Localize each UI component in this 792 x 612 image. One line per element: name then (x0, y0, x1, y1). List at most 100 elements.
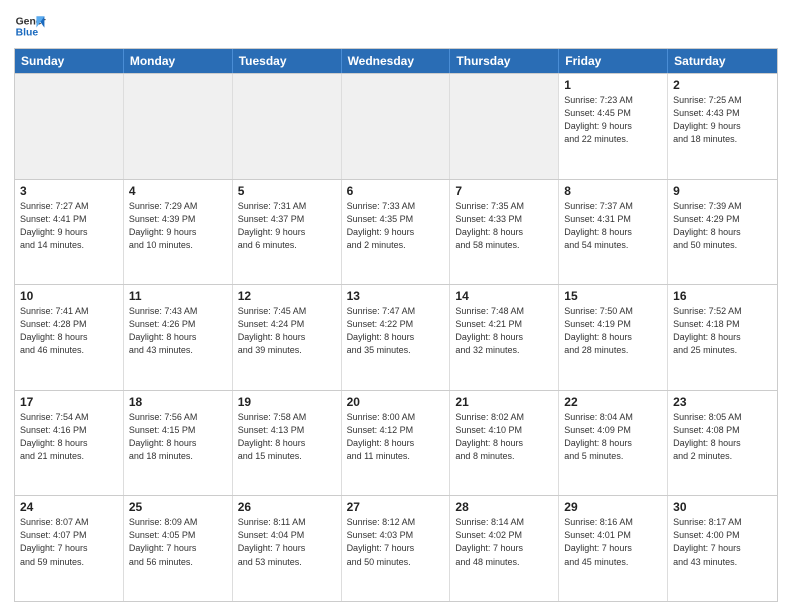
day-number: 30 (673, 500, 772, 514)
day-cell: 23Sunrise: 8:05 AM Sunset: 4:08 PM Dayli… (668, 391, 777, 496)
day-cell: 24 Sunrise: 8:07 AM Sunset: 4:07 PM Dayli… (15, 496, 124, 601)
week-row-1: 1 Sunrise: 7:23 AM Sunset: 4:45 PM Daylig… (15, 73, 777, 179)
weekday-header-monday: Monday (124, 49, 233, 73)
day-number: 9 (673, 184, 772, 198)
weekday-header-saturday: Saturday (668, 49, 777, 73)
day-cell: 21 Sunrise: 8:02 AM Sunset: 4:10 PM Dayli… (450, 391, 559, 496)
day-info: Sunrise: 7:39 AM Sunset: 4:29 PM Dayligh… (673, 200, 772, 252)
day-info: Sunrise: 8:14 AM Sunset: 4:02 PM Dayligh… (455, 516, 553, 568)
day-number: 10 (20, 289, 118, 303)
day-number: 19 (238, 395, 336, 409)
day-cell: 26 Sunrise: 8:11 AM Sunset: 4:04 PM Dayli… (233, 496, 342, 601)
day-info: Sunrise: 7:29 AM Sunset: 4:39 PM Dayligh… (129, 200, 227, 252)
day-cell: 12Sunrise: 7:45 AM Sunset: 4:24 PM Dayli… (233, 285, 342, 390)
week-row-2: 3 Sunrise: 7:27 AM Sunset: 4:41 PM Daylig… (15, 179, 777, 285)
weekday-header-wednesday: Wednesday (342, 49, 451, 73)
day-info: Sunrise: 7:37 AM Sunset: 4:31 PM Dayligh… (564, 200, 662, 252)
day-info: Sunrise: 7:23 AM Sunset: 4:45 PM Dayligh… (564, 94, 662, 146)
weekday-header-thursday: Thursday (450, 49, 559, 73)
day-info: Sunrise: 8:12 AM Sunset: 4:03 PM Dayligh… (347, 516, 445, 568)
weekday-header-friday: Friday (559, 49, 668, 73)
day-info: Sunrise: 7:50 AM Sunset: 4:19 PM Dayligh… (564, 305, 662, 357)
day-number: 13 (347, 289, 445, 303)
week-row-5: 24 Sunrise: 8:07 AM Sunset: 4:07 PM Dayli… (15, 495, 777, 601)
weekday-header-sunday: Sunday (15, 49, 124, 73)
day-number: 4 (129, 184, 227, 198)
day-cell: 2 Sunrise: 7:25 AM Sunset: 4:43 PM Daylig… (668, 74, 777, 179)
day-cell: 18 Sunrise: 7:56 AM Sunset: 4:15 PM Dayli… (124, 391, 233, 496)
day-cell: 1 Sunrise: 7:23 AM Sunset: 4:45 PM Daylig… (559, 74, 668, 179)
day-cell: 10 Sunrise: 7:41 AM Sunset: 4:28 PM Dayli… (15, 285, 124, 390)
calendar: SundayMondayTuesdayWednesdayThursdayFrid… (14, 48, 778, 602)
day-cell: 7 Sunrise: 7:35 AM Sunset: 4:33 PM Daylig… (450, 180, 559, 285)
day-cell: 30 Sunrise: 8:17 AM Sunset: 4:00 PM Dayli… (668, 496, 777, 601)
day-cell (15, 74, 124, 179)
day-info: Sunrise: 8:07 AM Sunset: 4:07 PM Dayligh… (20, 516, 118, 568)
logo: General Blue (14, 10, 46, 42)
day-number: 11 (129, 289, 227, 303)
day-number: 17 (20, 395, 118, 409)
day-number: 12 (238, 289, 336, 303)
day-info: Sunrise: 7:54 AM Sunset: 4:16 PM Dayligh… (20, 411, 118, 463)
day-info: Sunrise: 7:25 AM Sunset: 4:43 PM Dayligh… (673, 94, 772, 146)
day-info: Sunrise: 8:09 AM Sunset: 4:05 PM Dayligh… (129, 516, 227, 568)
day-cell (233, 74, 342, 179)
day-cell: 20 Sunrise: 8:00 AM Sunset: 4:12 PM Dayli… (342, 391, 451, 496)
day-cell: 5Sunrise: 7:31 AM Sunset: 4:37 PM Daylig… (233, 180, 342, 285)
day-number: 8 (564, 184, 662, 198)
day-info: Sunrise: 8:17 AM Sunset: 4:00 PM Dayligh… (673, 516, 772, 568)
day-number: 14 (455, 289, 553, 303)
day-info: Sunrise: 7:27 AM Sunset: 4:41 PM Dayligh… (20, 200, 118, 252)
day-number: 29 (564, 500, 662, 514)
day-cell: 17 Sunrise: 7:54 AM Sunset: 4:16 PM Dayli… (15, 391, 124, 496)
day-number: 3 (20, 184, 118, 198)
weekday-header-tuesday: Tuesday (233, 49, 342, 73)
day-number: 26 (238, 500, 336, 514)
day-info: Sunrise: 7:35 AM Sunset: 4:33 PM Dayligh… (455, 200, 553, 252)
day-number: 28 (455, 500, 553, 514)
day-cell: 4 Sunrise: 7:29 AM Sunset: 4:39 PM Daylig… (124, 180, 233, 285)
svg-text:Blue: Blue (16, 28, 39, 39)
day-number: 16 (673, 289, 772, 303)
day-cell: 9 Sunrise: 7:39 AM Sunset: 4:29 PM Daylig… (668, 180, 777, 285)
day-number: 27 (347, 500, 445, 514)
page-header: General Blue (14, 10, 778, 42)
day-info: Sunrise: 7:48 AM Sunset: 4:21 PM Dayligh… (455, 305, 553, 357)
day-info: Sunrise: 8:02 AM Sunset: 4:10 PM Dayligh… (455, 411, 553, 463)
day-info: Sunrise: 7:47 AM Sunset: 4:22 PM Dayligh… (347, 305, 445, 357)
day-cell: 11 Sunrise: 7:43 AM Sunset: 4:26 PM Dayli… (124, 285, 233, 390)
day-cell: 27 Sunrise: 8:12 AM Sunset: 4:03 PM Dayli… (342, 496, 451, 601)
day-cell: 6 Sunrise: 7:33 AM Sunset: 4:35 PM Daylig… (342, 180, 451, 285)
day-info: Sunrise: 7:33 AM Sunset: 4:35 PM Dayligh… (347, 200, 445, 252)
day-number: 2 (673, 78, 772, 92)
day-number: 21 (455, 395, 553, 409)
day-number: 1 (564, 78, 662, 92)
day-number: 6 (347, 184, 445, 198)
day-info: Sunrise: 7:31 AM Sunset: 4:37 PM Dayligh… (238, 200, 336, 252)
day-cell (342, 74, 451, 179)
day-cell: 8 Sunrise: 7:37 AM Sunset: 4:31 PM Daylig… (559, 180, 668, 285)
day-number: 7 (455, 184, 553, 198)
day-info: Sunrise: 8:00 AM Sunset: 4:12 PM Dayligh… (347, 411, 445, 463)
day-info: Sunrise: 8:11 AM Sunset: 4:04 PM Dayligh… (238, 516, 336, 568)
day-number: 15 (564, 289, 662, 303)
day-info: Sunrise: 7:41 AM Sunset: 4:28 PM Dayligh… (20, 305, 118, 357)
day-number: 25 (129, 500, 227, 514)
logo-icon: General Blue (14, 10, 46, 42)
day-cell: 28 Sunrise: 8:14 AM Sunset: 4:02 PM Dayli… (450, 496, 559, 601)
day-cell: 14 Sunrise: 7:48 AM Sunset: 4:21 PM Dayli… (450, 285, 559, 390)
day-info: Sunrise: 8:16 AM Sunset: 4:01 PM Dayligh… (564, 516, 662, 568)
day-info: Sunrise: 7:43 AM Sunset: 4:26 PM Dayligh… (129, 305, 227, 357)
day-number: 20 (347, 395, 445, 409)
calendar-body: 1 Sunrise: 7:23 AM Sunset: 4:45 PM Daylig… (15, 73, 777, 601)
day-cell (450, 74, 559, 179)
day-number: 18 (129, 395, 227, 409)
day-number: 24 (20, 500, 118, 514)
day-info: Sunrise: 7:52 AM Sunset: 4:18 PM Dayligh… (673, 305, 772, 357)
day-info: Sunrise: 7:58 AM Sunset: 4:13 PM Dayligh… (238, 411, 336, 463)
day-info: Sunrise: 7:56 AM Sunset: 4:15 PM Dayligh… (129, 411, 227, 463)
day-number: 22 (564, 395, 662, 409)
day-cell: 16 Sunrise: 7:52 AM Sunset: 4:18 PM Dayli… (668, 285, 777, 390)
day-cell: 25 Sunrise: 8:09 AM Sunset: 4:05 PM Dayli… (124, 496, 233, 601)
day-number: 23 (673, 395, 772, 409)
